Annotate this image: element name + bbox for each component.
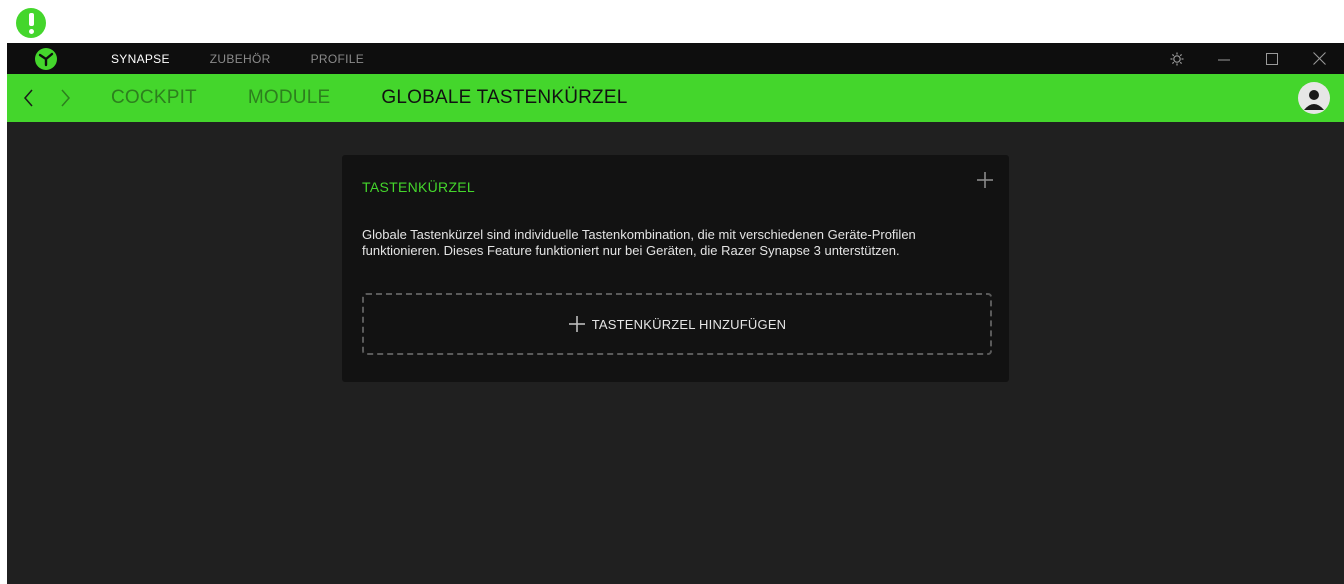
- tab-zubehoer[interactable]: ZUBEHÖR: [210, 52, 271, 66]
- tab-synapse[interactable]: SYNAPSE: [111, 52, 170, 66]
- alert-icon: [16, 8, 46, 38]
- settings-button[interactable]: [1154, 43, 1200, 74]
- top-nav: SYNAPSE ZUBEHÖR PROFILE: [111, 43, 404, 74]
- card-title: TASTENKÜRZEL: [362, 179, 476, 195]
- razer-logo-icon: [35, 48, 57, 70]
- tab-globale-tastenkuerzel[interactable]: GLOBALE TASTENKÜRZEL: [381, 87, 627, 109]
- titlebar: SYNAPSE ZUBEHÖR PROFILE: [7, 43, 1344, 74]
- add-shortcut-plus-button[interactable]: [975, 170, 995, 190]
- maximize-icon: [1266, 52, 1278, 65]
- plus-icon: [977, 172, 993, 188]
- card-description: Globale Tastenkürzel sind individuelle T…: [362, 227, 916, 258]
- forward-button[interactable]: [55, 86, 75, 110]
- add-shortcut-button[interactable]: TASTENKÜRZEL HINZUFÜGEN: [362, 293, 992, 355]
- close-button[interactable]: [1296, 43, 1342, 74]
- plus-icon: [568, 316, 585, 332]
- close-icon: [1312, 52, 1326, 65]
- app-window: SYNAPSE ZUBEHÖR PROFILE COCKPIT MODULE G…: [7, 43, 1344, 584]
- account-button[interactable]: [1298, 82, 1330, 114]
- add-shortcut-label: TASTENKÜRZEL HINZUFÜGEN: [591, 316, 787, 332]
- minimize-button[interactable]: [1201, 43, 1247, 74]
- settings-icon: [1170, 52, 1184, 65]
- maximize-button[interactable]: [1249, 43, 1295, 74]
- tab-module[interactable]: MODULE: [248, 87, 331, 109]
- back-button[interactable]: [19, 86, 39, 110]
- chevron-left-icon: [24, 89, 33, 107]
- sub-nav: COCKPIT MODULE GLOBALE TASTENKÜRZEL: [111, 74, 679, 122]
- user-avatar-icon: [1304, 90, 1324, 110]
- tab-cockpit[interactable]: COCKPIT: [111, 87, 197, 109]
- chevron-right-icon: [61, 89, 70, 107]
- shortcuts-card: TASTENKÜRZEL Globale Tastenkürzel sind i…: [342, 155, 1009, 382]
- sub-nav-bar: COCKPIT MODULE GLOBALE TASTENKÜRZEL: [7, 74, 1344, 122]
- minimize-icon: [1218, 59, 1230, 60]
- tab-profile[interactable]: PROFILE: [311, 52, 364, 66]
